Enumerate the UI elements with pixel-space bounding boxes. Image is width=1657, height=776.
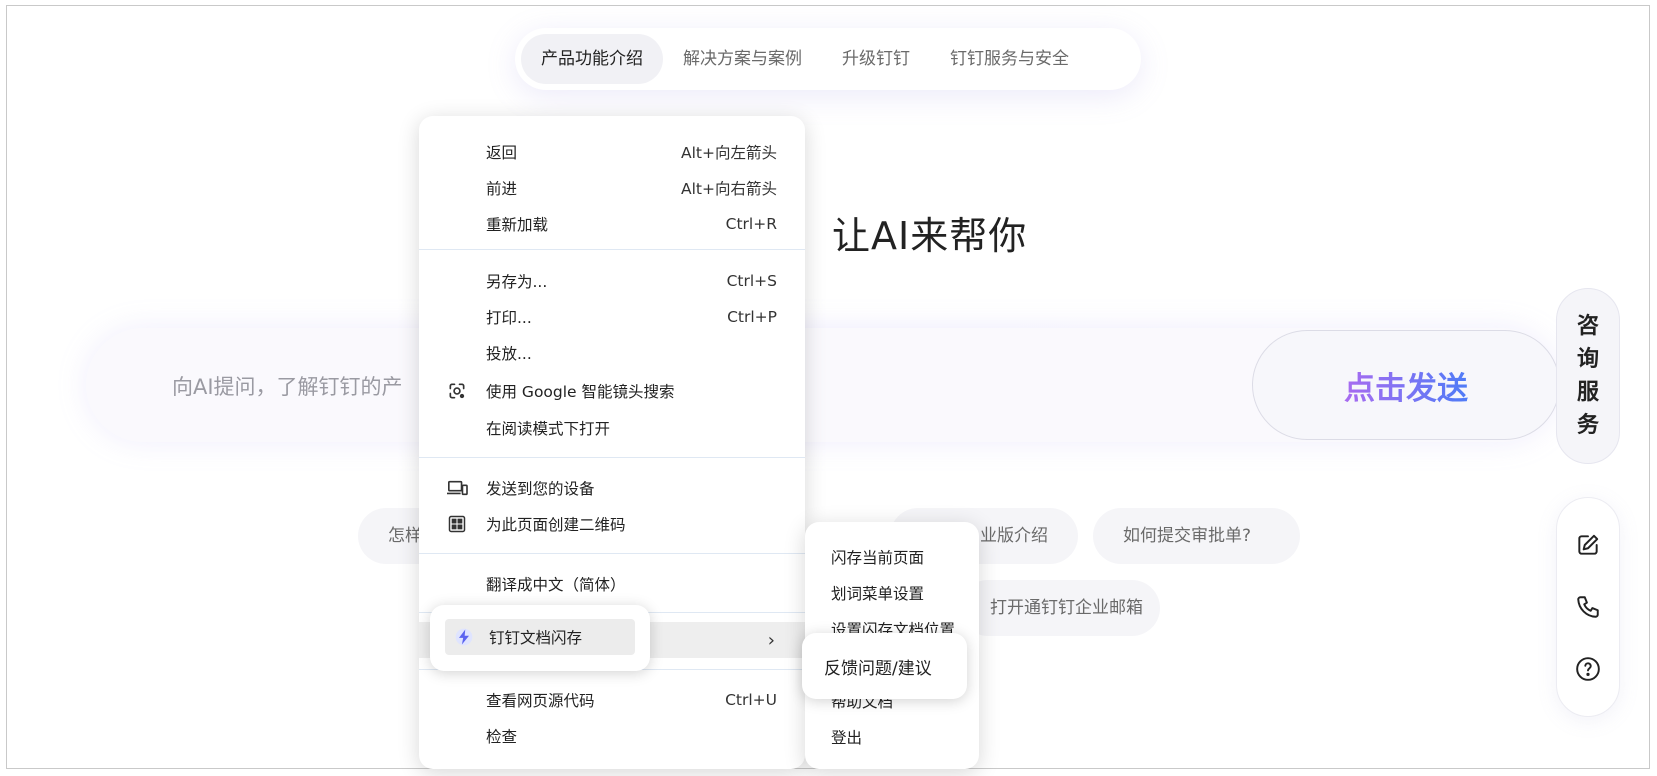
menu-item-shortcut: Alt+向左箭头 <box>681 144 777 162</box>
menu-item-qr-code[interactable]: 为此页面创建二维码 <box>419 507 805 541</box>
dingtalk-flash-callout: 钉钉文档闪存 <box>430 605 650 671</box>
menu-item-label: 为此页面创建二维码 <box>486 516 626 534</box>
menu-item-label: 返回 <box>486 144 518 162</box>
tab-service-security[interactable]: 钉钉服务与安全 <box>930 34 1089 84</box>
menu-item-translate[interactable]: 翻译成中文（简体） <box>419 567 805 601</box>
tab-product-features[interactable]: 产品功能介绍 <box>521 34 663 84</box>
edit-icon[interactable] <box>1573 530 1603 560</box>
submenu-item-logout[interactable]: 登出 <box>831 726 862 748</box>
menu-item-reload[interactable]: 重新加载 Ctrl+R <box>419 207 805 241</box>
menu-item-label: 重新加载 <box>486 216 549 234</box>
menu-item-shortcut: Ctrl+R <box>725 215 777 233</box>
menu-item-label: 在阅读模式下打开 <box>486 420 611 438</box>
chevron-right-icon: › <box>767 629 775 651</box>
flash-lightning-icon <box>453 626 475 648</box>
consult-char: 咨 <box>1576 314 1599 339</box>
google-lens-icon <box>446 380 468 402</box>
tab-upgrade[interactable]: 升级钉钉 <box>822 34 930 84</box>
menu-separator <box>419 457 805 458</box>
tab-solutions[interactable]: 解决方案与案例 <box>663 34 822 84</box>
menu-item-inspect[interactable]: 检查 <box>419 719 805 753</box>
menu-item-back[interactable]: 返回 Alt+向左箭头 <box>419 135 805 169</box>
menu-item-shortcut: Ctrl+S <box>726 272 777 290</box>
devices-icon <box>446 477 468 499</box>
menu-item-reader-mode[interactable]: 在阅读模式下打开 <box>419 411 805 445</box>
menu-item-forward[interactable]: 前进 Alt+向右箭头 <box>419 171 805 205</box>
send-button[interactable]: 点击发送 <box>1252 330 1560 440</box>
menu-item-shortcut: Ctrl+P <box>727 308 777 326</box>
menu-separator <box>419 553 805 554</box>
hero-title: 让AI来帮你 <box>832 214 1028 258</box>
menu-item-label: 打印... <box>486 309 532 327</box>
phone-icon[interactable] <box>1573 592 1603 622</box>
menu-item-label: 前进 <box>486 180 518 198</box>
search-placeholder[interactable]: 向AI提问，了解钉钉的产 <box>172 371 403 401</box>
qr-code-icon <box>446 513 468 535</box>
consult-char: 服 <box>1576 380 1599 405</box>
submenu-item-flash-page[interactable]: 闪存当前页面 <box>831 546 924 568</box>
menu-item-shortcut: Alt+向右箭头 <box>681 180 777 198</box>
help-icon[interactable] <box>1573 654 1603 684</box>
menu-item-google-lens[interactable]: 使用 Google 智能镜头搜索 <box>419 374 805 408</box>
submenu-item-feedback: 反馈问题/建议 <box>824 658 932 679</box>
menu-item-label: 另存为... <box>486 273 548 291</box>
menu-item-label: 投放... <box>486 345 532 363</box>
dingtalk-flash-item-zoom[interactable]: 钉钉文档闪存 <box>445 619 635 655</box>
menu-item-label: 发送到您的设备 <box>486 480 595 498</box>
send-button-label: 点击发送 <box>1344 363 1468 408</box>
menu-item-label: 查看网页源代码 <box>486 692 595 710</box>
consult-char: 询 <box>1576 347 1599 372</box>
consult-service-button[interactable]: 咨 询 服 务 <box>1556 288 1620 464</box>
menu-item-save-as[interactable]: 另存为... Ctrl+S <box>419 264 805 298</box>
menu-item-view-source[interactable]: 查看网页源代码 Ctrl+U <box>419 683 805 717</box>
menu-item-print[interactable]: 打印... Ctrl+P <box>419 300 805 334</box>
menu-item-cast[interactable]: 投放... <box>419 336 805 370</box>
menu-separator <box>419 249 805 250</box>
menu-item-label: 翻译成中文（简体） <box>486 576 626 594</box>
menu-item-label: 钉钉文档闪存 <box>489 629 583 647</box>
top-nav: 产品功能介绍 解决方案与案例 升级钉钉 钉钉服务与安全 <box>515 28 1141 90</box>
feedback-callout[interactable]: 反馈问题/建议 <box>802 633 967 699</box>
submenu-item-selection-menu-settings[interactable]: 划词菜单设置 <box>831 582 924 604</box>
menu-item-send-to-devices[interactable]: 发送到您的设备 <box>419 471 805 505</box>
context-menu: 返回 Alt+向左箭头 前进 Alt+向右箭头 重新加载 Ctrl+R 另存为.… <box>419 116 805 769</box>
menu-item-label: 使用 Google 智能镜头搜索 <box>486 383 675 401</box>
suggestion-chip[interactable]: 如何提交审批单? <box>1093 508 1300 564</box>
side-toolbar <box>1556 497 1620 717</box>
menu-item-shortcut: Ctrl+U <box>725 691 777 709</box>
consult-char: 务 <box>1576 413 1599 438</box>
menu-item-label: 检查 <box>486 728 518 746</box>
suggestion-chip[interactable]: 打开通钉钉企业邮箱 <box>960 580 1160 636</box>
